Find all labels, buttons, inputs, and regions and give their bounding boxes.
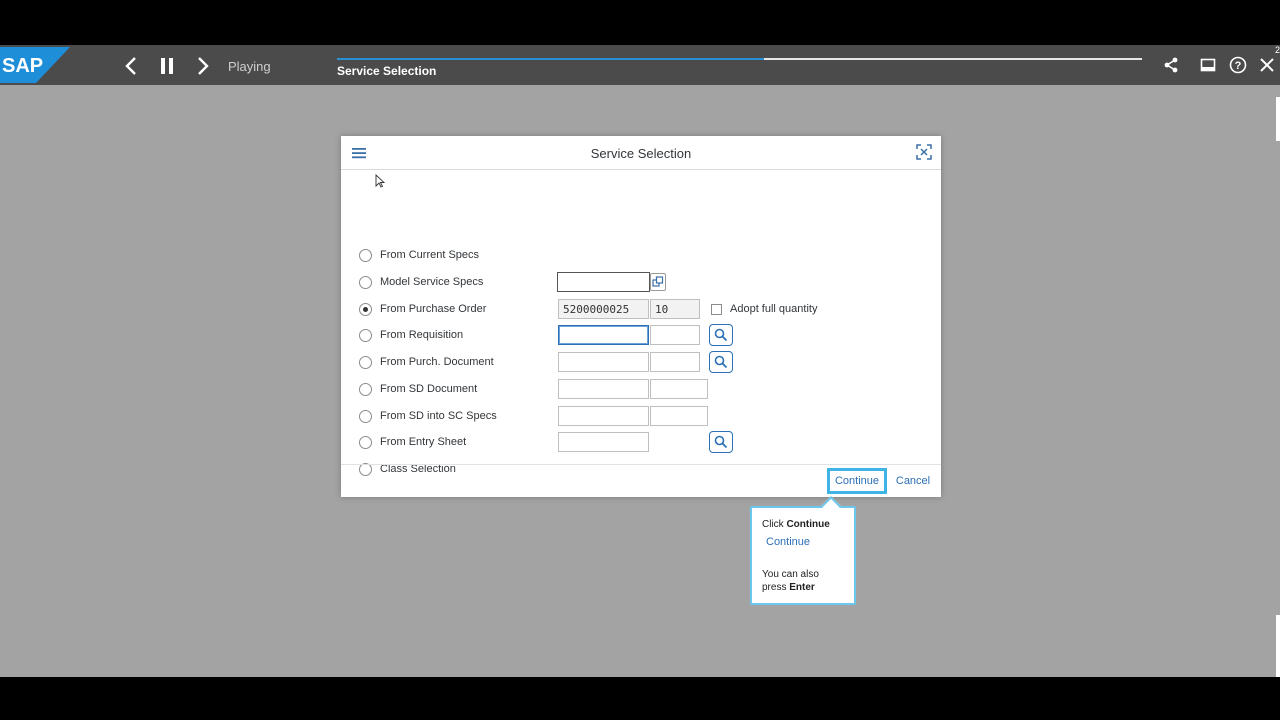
purch-document-number-field[interactable] (558, 352, 649, 372)
entry-sheet-search-button[interactable] (709, 431, 733, 453)
cancel-button[interactable]: Cancel (891, 468, 935, 494)
search-icon (714, 355, 728, 369)
forward-button[interactable] (190, 53, 216, 79)
purch-document-search-button[interactable] (709, 351, 733, 373)
tooltip-instruction-prefix: Click (762, 519, 787, 530)
progress-fill (337, 58, 764, 60)
scroll-edge-top (1276, 97, 1280, 141)
tooltip-hint-line2: press Enter (762, 582, 815, 593)
option-label: From Purchase Order (380, 303, 487, 315)
dialog-title: Service Selection (590, 146, 692, 161)
requisition-search-button[interactable] (709, 324, 733, 346)
option-from-requisition[interactable]: From Requisition (359, 325, 463, 345)
option-model-service-specs[interactable]: Model Service Specs (359, 272, 483, 292)
guide-tooltip: Click Continue Continue You can also pre… (750, 496, 856, 605)
scroll-edge-bottom (1276, 615, 1280, 677)
option-label: From Current Specs (380, 249, 480, 261)
player-toolbar: SAP Playing Service Selection ? 2 (0, 45, 1280, 85)
purch-document-item-field[interactable] (650, 352, 700, 372)
purchase-order-item-field[interactable]: 10 (650, 299, 700, 319)
tooltip-continue-link[interactable]: Continue (766, 536, 810, 548)
tooltip-hint-prefix: press (762, 582, 790, 593)
value-help-button[interactable] (650, 273, 666, 291)
mouse-cursor-icon (375, 174, 385, 188)
radio-button[interactable] (359, 248, 372, 262)
sap-logo: SAP (0, 47, 70, 83)
option-label: From SD Document (380, 383, 478, 395)
radio-button[interactable] (359, 382, 372, 396)
tooltip-instruction: Click Continue (762, 519, 830, 530)
tooltip-hint-line1: You can also (762, 569, 819, 580)
continue-button[interactable]: Continue (827, 468, 887, 494)
purchase-order-number-field[interactable]: 5200000025 (558, 299, 649, 319)
sap-logo-text: SAP (2, 55, 43, 77)
copy-icon (652, 276, 664, 287)
model-service-specs-field[interactable] (557, 272, 650, 292)
option-from-purch-document[interactable]: From Purch. Document (359, 352, 494, 372)
adopt-full-quantity-label: Adopt full quantity (730, 303, 818, 315)
service-selection-dialog: Service Selection From Current Specs Mod… (341, 136, 941, 497)
share-icon (1164, 57, 1178, 73)
radio-button[interactable] (359, 328, 372, 342)
sd-document-item-field[interactable] (650, 379, 708, 399)
sd-document-number-field[interactable] (558, 379, 649, 399)
progress-bar[interactable] (337, 58, 1142, 60)
entry-sheet-field[interactable] (558, 432, 649, 452)
radio-button[interactable] (359, 409, 372, 423)
sd-into-sc-specs-item-field[interactable] (650, 406, 708, 426)
option-from-sd-document[interactable]: From SD Document (359, 379, 477, 399)
playback-status: Playing (228, 59, 271, 74)
option-from-purchase-order[interactable]: From Purchase Order (359, 299, 486, 319)
screen: SAP Playing Service Selection ? 2 Servic… (0, 0, 1280, 720)
pause-button[interactable] (154, 53, 180, 79)
option-label: From Purch. Document (380, 356, 494, 368)
option-from-current-specs[interactable]: From Current Specs (359, 245, 479, 265)
forward-icon (198, 57, 209, 75)
window-icon (1200, 58, 1216, 72)
close-icon (1260, 58, 1274, 72)
expand-icon[interactable] (916, 144, 932, 160)
search-icon (714, 328, 728, 342)
radio-button-selected[interactable] (359, 302, 372, 316)
tooltip-hint-key: Enter (789, 582, 815, 593)
radio-button[interactable] (359, 275, 372, 289)
pause-icon (161, 58, 173, 74)
help-icon: ? (1229, 56, 1247, 74)
option-label: Model Service Specs (380, 276, 484, 288)
corner-mark: 2 (1274, 45, 1280, 55)
search-icon (714, 435, 728, 449)
back-icon (125, 57, 136, 75)
radio-button[interactable] (359, 435, 372, 449)
close-button[interactable] (1256, 54, 1278, 76)
step-title: Service Selection (337, 64, 437, 78)
player-viewport: SAP Playing Service Selection ? 2 Servic… (0, 45, 1280, 677)
window-button[interactable] (1197, 54, 1219, 76)
adopt-full-quantity-checkbox[interactable] (711, 304, 722, 315)
option-label: From SD into SC Specs (380, 410, 497, 422)
tooltip-arrow (821, 496, 841, 516)
requisition-number-field[interactable] (558, 325, 649, 345)
dialog-header: Service Selection (341, 136, 941, 170)
svg-text:?: ? (1235, 60, 1242, 72)
option-label: From Requisition (380, 329, 464, 341)
sd-into-sc-specs-number-field[interactable] (558, 406, 649, 426)
option-label: From Entry Sheet (380, 436, 467, 448)
radio-button[interactable] (359, 355, 372, 369)
share-button[interactable] (1160, 54, 1182, 76)
option-from-entry-sheet[interactable]: From Entry Sheet (359, 432, 466, 452)
option-from-sd-into-sc-specs[interactable]: From SD into SC Specs (359, 406, 497, 426)
help-button[interactable]: ? (1227, 54, 1249, 76)
tooltip-instruction-target: Continue (786, 519, 830, 530)
back-button[interactable] (118, 53, 144, 79)
requisition-item-field[interactable] (650, 325, 700, 345)
